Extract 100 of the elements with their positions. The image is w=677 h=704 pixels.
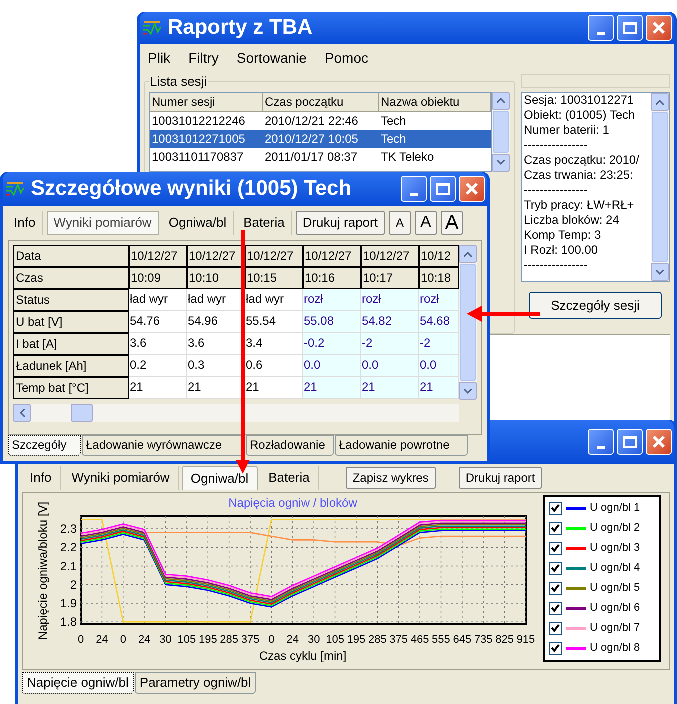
menu-item[interactable]: Filtry — [188, 48, 219, 68]
tab[interactable]: Szczegóły — [8, 435, 81, 456]
minimize-button[interactable] — [588, 429, 614, 455]
menu-item[interactable]: Plik — [148, 48, 171, 68]
scrollbar[interactable] — [651, 93, 669, 281]
checkbox[interactable] — [549, 502, 562, 515]
close-icon — [652, 435, 666, 449]
tab[interactable]: Info — [22, 466, 61, 490]
axis-title: Napięcie ogniwa/bloku [V] — [36, 502, 50, 640]
tab[interactable]: Parametry ogniw/bl — [134, 672, 256, 694]
table-cell: 0.0 — [303, 355, 361, 377]
close-button[interactable] — [646, 15, 672, 41]
group-label: Lista sesji — [149, 73, 208, 91]
axis-tick-label: 465 — [410, 634, 430, 646]
maximize-button[interactable] — [430, 176, 456, 202]
app-logo-icon — [142, 20, 164, 36]
tab[interactable]: Napięcie ogniw/bl — [22, 672, 134, 694]
axis-tick-label: 2.2 — [60, 540, 77, 555]
axis-tick-label: 2.1 — [60, 559, 77, 574]
table-cell: rozł — [303, 289, 361, 311]
checkbox[interactable] — [549, 562, 562, 575]
checkbox[interactable] — [549, 622, 562, 635]
table-cell: 10/12 — [419, 245, 459, 267]
table-cell: 10:17 — [361, 267, 419, 289]
axis-tick-label: 2 — [70, 578, 77, 592]
axis-tick-label: 0 — [268, 634, 275, 646]
table-row[interactable]: 10031012271005 2010/12/27 10:05 Tech — [150, 130, 491, 148]
horizontal-scrollbar[interactable] — [13, 404, 459, 422]
row-header: I bat [A] — [13, 333, 129, 355]
maximize-button[interactable] — [617, 15, 643, 41]
tab[interactable]: Wyniki pomiarów — [64, 466, 179, 490]
tab[interactable]: Bateria — [260, 466, 319, 490]
maximize-button[interactable] — [617, 429, 643, 455]
table-cell: 21 — [245, 377, 303, 399]
close-icon — [652, 21, 666, 35]
print-button[interactable]: Drukuj raport — [458, 467, 542, 489]
axis-tick-label: 105 — [326, 634, 344, 646]
table-cell: 10:15 — [245, 267, 303, 289]
session-details-button[interactable]: Szczegóły sesji — [529, 292, 662, 319]
tab[interactable]: Bateria — [238, 211, 292, 235]
window-title: Raporty z TBA — [168, 15, 313, 42]
axis-tick-label: 1.8 — [60, 615, 77, 630]
info-line: Liczba bloków: 24 — [524, 213, 620, 228]
save-chart-button[interactable]: Zapisz wykres — [346, 467, 436, 489]
table-cell: -0.2 — [303, 333, 361, 355]
axis-tick-label: 0 — [120, 634, 126, 646]
row-header: Status — [13, 289, 129, 311]
tab[interactable]: Ogniwa/bl — [162, 211, 234, 235]
info-line: ---------------- — [524, 258, 589, 273]
axis-tick-label: 825 — [496, 634, 514, 646]
tab[interactable]: Wyniki pomiarów — [46, 211, 159, 235]
print-button[interactable]: Drukuj raport — [296, 211, 385, 235]
minimize-button[interactable] — [401, 176, 427, 202]
checkbox[interactable] — [549, 542, 562, 555]
checkbox[interactable] — [549, 642, 562, 655]
checkbox[interactable] — [549, 522, 562, 535]
table-cell: 0.0 — [361, 355, 419, 377]
tab[interactable]: Rozładowanie — [246, 435, 334, 456]
chevron-up-icon — [497, 98, 505, 103]
tab[interactable]: Info — [8, 211, 43, 235]
table-cell: ład wyr — [129, 289, 187, 311]
scroll-thumb[interactable] — [71, 404, 93, 422]
checkbox[interactable] — [549, 602, 562, 615]
axis-tick-label: 375 — [241, 634, 260, 646]
axis-tick-label: 375 — [390, 634, 408, 646]
checkbox[interactable] — [549, 582, 562, 595]
close-button[interactable] — [646, 429, 672, 455]
info-line: ---------------- — [524, 183, 589, 198]
close-button[interactable] — [459, 176, 485, 202]
table-cell-text: 10031101170837 — [151, 148, 245, 166]
font-size-button[interactable]: A — [388, 211, 411, 235]
table-cell: 54.68 — [419, 311, 459, 333]
chevron-down-icon — [656, 270, 664, 274]
menu-item[interactable]: Sortowanie — [236, 48, 307, 68]
minimize-button[interactable] — [588, 15, 614, 41]
column-header[interactable]: Nazwa obiektu — [379, 92, 491, 112]
axis-tick-label: 735 — [474, 634, 493, 646]
info-line: Sesja: 10031012271 — [524, 93, 636, 108]
table-cell: 54.76 — [129, 311, 187, 333]
font-size-button[interactable]: A — [440, 211, 463, 235]
table-cell-text: 2011/01/17 08:37 — [264, 148, 359, 166]
font-size-button[interactable]: A — [414, 211, 437, 235]
chart-title: Napięcia ogniw / bloków — [228, 496, 358, 510]
scrollbar[interactable] — [492, 92, 510, 172]
table-cell: rozł — [361, 289, 419, 311]
table-cell: 10:18 — [419, 267, 459, 289]
tab[interactable]: Ładowanie powrotne — [335, 435, 468, 456]
window-title: Szczegółowe wyniki (1005) Tech — [31, 176, 352, 202]
table-cell: 10/12/27 — [361, 245, 419, 267]
column-header[interactable]: Czas początku — [263, 92, 379, 112]
row-header: Data — [13, 245, 129, 267]
scrollbar[interactable] — [459, 245, 477, 400]
info-line: Obiekt: (01005) Tech — [524, 108, 636, 123]
menu-item[interactable]: Pomoc — [324, 48, 369, 68]
column-header[interactable]: Numer sesji — [150, 92, 263, 112]
tab[interactable]: Ogniwa/bl — [182, 466, 258, 490]
legend-label: U ogn/bl 7 — [590, 621, 640, 636]
axis-tick-label: 30 — [160, 634, 172, 646]
axis-tick-label: 0 — [78, 634, 84, 646]
axis-tick-label: 30 — [308, 634, 320, 646]
